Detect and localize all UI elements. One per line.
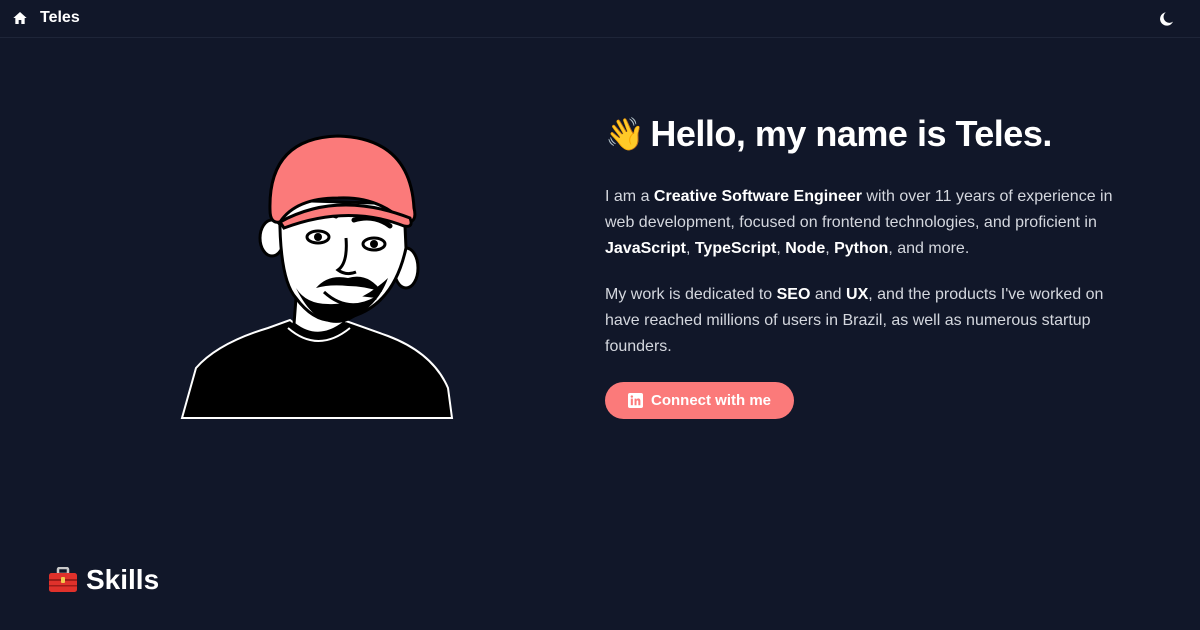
paragraph-text: , (825, 240, 835, 257)
highlight-text: UX (846, 286, 869, 303)
waving-hand-icon: 👋 (605, 116, 645, 152)
paragraph-text: , and more. (888, 240, 970, 257)
paragraph-text: My work is dedicated to (605, 286, 777, 303)
highlight-text: Creative Software Engineer (653, 188, 862, 205)
paragraph-text: and (810, 286, 847, 303)
paragraph-text: I am a (605, 188, 654, 205)
intro-paragraph: I am a Creative Software Engineer with o… (605, 184, 1125, 262)
home-icon (13, 12, 27, 24)
hero-title: 👋 Hello, my name is Teles. (605, 112, 1125, 156)
top-navbar: Teles (0, 0, 1200, 38)
highlight-text: SEO (776, 286, 811, 303)
highlight-text: JavaScript (605, 240, 686, 257)
linkedin-icon (628, 393, 643, 408)
brand-name: Teles (40, 9, 80, 26)
moon-icon (1160, 12, 1173, 26)
highlight-text: Node (785, 240, 826, 257)
avatar-illustration (178, 128, 458, 420)
skills-title: Skills (86, 564, 160, 595)
connect-button[interactable]: Connect with me (605, 382, 795, 419)
connect-button-label: Connect with me (651, 392, 772, 409)
hero-section: 👋 Hello, my name is Teles. I am a Creati… (605, 112, 1125, 419)
hero-title-text: Hello, my name is Teles. (650, 113, 1052, 154)
toolbox-icon (49, 567, 77, 592)
skills-heading: Skills (48, 564, 159, 596)
theme-toggle-button[interactable] (1158, 10, 1176, 28)
paragraph-text: , (776, 240, 786, 257)
home-link[interactable]: Teles (12, 9, 80, 27)
highlight-text: TypeScript (694, 240, 777, 257)
highlight-text: Python (834, 240, 889, 257)
work-paragraph: My work is dedicated to SEO and UX, and … (605, 282, 1125, 360)
paragraph-text: , (685, 240, 695, 257)
